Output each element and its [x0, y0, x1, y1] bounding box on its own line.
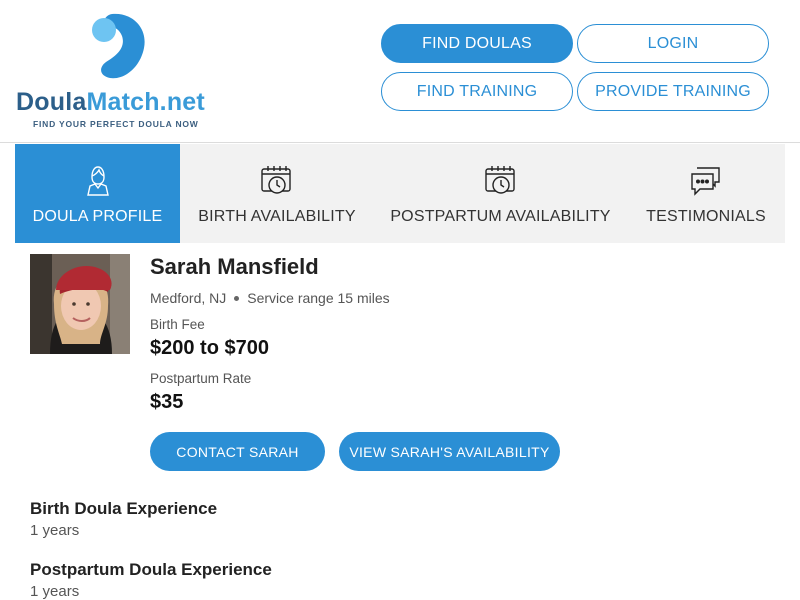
site-logo[interactable]: DoulaMatch.net FIND YOUR PERFECT DOULA N… [16, 12, 226, 132]
find-doulas-button[interactable]: FIND DOULAS [381, 24, 573, 63]
site-header: DoulaMatch.net FIND YOUR PERFECT DOULA N… [0, 0, 800, 143]
tab-label: POSTPARTUM AVAILABILITY [390, 208, 611, 225]
logo-tagline: FIND YOUR PERFECT DOULA NOW [33, 119, 199, 129]
postpartum-rate-label: Postpartum Rate [150, 371, 252, 386]
tab-label: BIRTH AVAILABILITY [198, 208, 356, 225]
logo-wordmark: DoulaMatch.net [16, 88, 205, 117]
birth-experience-value: 1 years [30, 522, 80, 539]
tab-doula-profile[interactable]: DOULA PROFILE [15, 144, 180, 243]
logo-word-match: Match.net [86, 88, 205, 116]
doula-location: Medford, NJ [150, 290, 227, 306]
postpartum-experience-value: 1 years [30, 583, 80, 600]
logo-mark-icon [92, 13, 145, 79]
contact-sarah-button[interactable]: CONTACT SARAH [150, 432, 325, 471]
calendar-clock-icon [261, 166, 291, 194]
person-icon [86, 166, 109, 196]
tab-testimonials[interactable]: TESTIMONIALS [627, 144, 785, 243]
doula-photo [30, 254, 130, 354]
profile-tabs: DOULA PROFILE BIRTH AVAILABILITY POSTPAR… [15, 144, 785, 243]
postpartum-rate-value: $35 [150, 391, 184, 413]
birth-experience-title: Birth Doula Experience [30, 499, 218, 518]
doula-name: Sarah Mansfield [150, 254, 319, 279]
separator-dot [234, 295, 240, 301]
tab-birth-availability[interactable]: BIRTH AVAILABILITY [180, 144, 374, 243]
logo-word-doula: Doula [16, 88, 87, 116]
tab-label: TESTIMONIALS [646, 208, 766, 225]
tab-postpartum-availability[interactable]: POSTPARTUM AVAILABILITY [374, 144, 627, 243]
calendar-clock-icon [484, 166, 515, 194]
tab-label: DOULA PROFILE [32, 208, 163, 225]
birth-fee-label: Birth Fee [150, 317, 205, 332]
view-availability-button[interactable]: VIEW SARAH'S AVAILABILITY [339, 432, 560, 471]
find-training-button[interactable]: FIND TRAINING [381, 72, 573, 111]
doula-location-line: Medford, NJ Service range 15 miles [150, 290, 390, 306]
birth-fee-value: $200 to $700 [150, 337, 269, 359]
postpartum-experience-title: Postpartum Doula Experience [30, 560, 272, 579]
provide-training-button[interactable]: PROVIDE TRAINING [577, 72, 769, 111]
login-button[interactable]: LOGIN [577, 24, 769, 63]
service-range: Service range 15 miles [247, 290, 390, 306]
chat-bubbles-icon [691, 167, 720, 196]
